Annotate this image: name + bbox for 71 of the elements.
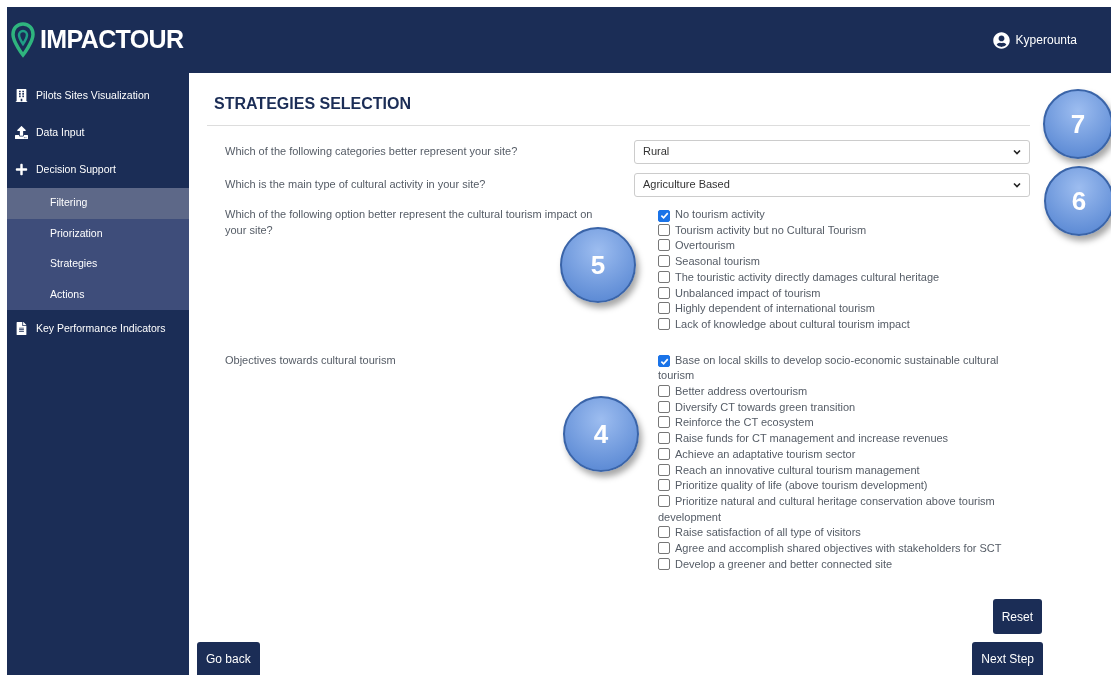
question-label: Which is the main type of cultural activity in your site? bbox=[225, 177, 487, 193]
checkbox[interactable] bbox=[658, 447, 670, 460]
checkbox-option[interactable]: Agree and accomplish shared objectives with stakeholders for SCT bbox=[658, 541, 1023, 557]
building-icon bbox=[15, 89, 28, 102]
checkbox-option[interactable]: Raise funds for CT management and increase revenues bbox=[658, 431, 1023, 447]
checkbox[interactable] bbox=[658, 239, 670, 252]
checkbox-option[interactable]: Raise satisfaction of all type of visitors bbox=[658, 525, 1023, 542]
checkbox[interactable] bbox=[658, 286, 670, 299]
checkbox[interactable] bbox=[658, 557, 670, 570]
checkbox-option[interactable]: Diversify CT towards green transition bbox=[658, 399, 1023, 416]
checkbox-option[interactable]: Lack of knowledge about cultural tourism impact bbox=[658, 316, 1023, 333]
checkbox[interactable] bbox=[658, 209, 670, 222]
callout-badge: 6 bbox=[1044, 166, 1111, 236]
next-step-button[interactable]: Next Step bbox=[972, 642, 1043, 675]
checkbox-option[interactable]: Prioritize natural and cultural heritage conservation above tourism development bbox=[658, 493, 1023, 526]
checkbox[interactable] bbox=[658, 494, 670, 507]
logo-text: IMPACTOUR bbox=[40, 24, 184, 56]
callout-badge: 4 bbox=[563, 396, 639, 472]
user-icon bbox=[992, 31, 1010, 49]
checkbox[interactable] bbox=[658, 255, 670, 268]
checkbox[interactable] bbox=[658, 400, 670, 413]
checkbox[interactable] bbox=[658, 223, 670, 236]
checkbox[interactable] bbox=[658, 432, 670, 445]
dropdown-field[interactable]: Agriculture Based bbox=[634, 172, 1030, 197]
checkbox[interactable] bbox=[658, 270, 670, 283]
checkbox[interactable] bbox=[658, 479, 670, 492]
callout-badge: 7 bbox=[1043, 89, 1111, 159]
checkbox[interactable] bbox=[658, 416, 670, 429]
user-name[interactable]: Kyperounta bbox=[1015, 31, 1077, 49]
submenu-item[interactable]: Strategies bbox=[7, 249, 189, 280]
sidebar-item[interactable]: Key Performance Indicators bbox=[7, 310, 189, 347]
checkbox[interactable] bbox=[658, 463, 670, 476]
checkbox-option[interactable]: Seasonal tourism bbox=[658, 254, 1023, 270]
checkbox[interactable] bbox=[658, 355, 670, 368]
question-label: Which of the following categories better represent your site? bbox=[225, 144, 519, 160]
document-icon bbox=[15, 322, 28, 335]
sidebar-item[interactable]: Data Input bbox=[7, 114, 189, 151]
question-label: Objectives towards cultural tourism bbox=[225, 352, 397, 368]
checkbox-option[interactable]: Overtourism bbox=[658, 238, 1023, 255]
chevron-down-icon bbox=[1013, 148, 1021, 155]
checkbox-option[interactable]: No tourism activity bbox=[658, 207, 1023, 223]
checkbox[interactable] bbox=[658, 302, 670, 315]
checkbox-option[interactable]: Reinforce the CT ecosystem bbox=[658, 415, 1023, 432]
plus-icon bbox=[15, 163, 28, 176]
checkbox[interactable] bbox=[658, 526, 670, 539]
submenu-item[interactable]: Filtering bbox=[7, 188, 189, 219]
checkbox-option[interactable]: Unbalanced impact of tourism bbox=[658, 285, 1023, 302]
checkbox[interactable] bbox=[658, 317, 670, 330]
checkbox-option[interactable]: Prioritize quality of life (above tourism development) bbox=[658, 478, 1023, 494]
checkbox-option[interactable]: Highly dependent of international tourism bbox=[658, 301, 1023, 317]
checkbox-option[interactable]: Reach an innovative cultural tourism management bbox=[658, 462, 1023, 479]
sidebar-item[interactable]: Pilots Sites Visualization bbox=[7, 77, 189, 114]
upload-icon bbox=[15, 126, 28, 139]
chevron-down-icon bbox=[1013, 181, 1021, 188]
dropdown-field[interactable]: Rural bbox=[634, 139, 1030, 164]
callout-badge: 5 bbox=[560, 227, 636, 303]
checkbox-option[interactable]: The touristic activity directly damages cultural heritage bbox=[658, 269, 1023, 286]
checkbox-option[interactable]: Base on local skills to develop socio-economic sustainable cultural tourism bbox=[658, 352, 1023, 385]
checkbox[interactable] bbox=[658, 385, 670, 398]
checkbox-option[interactable]: Tourism activity but no Cultural Tourism bbox=[658, 222, 1023, 239]
submenu-item[interactable]: Actions bbox=[7, 279, 189, 310]
back-button[interactable]: Go back bbox=[197, 642, 260, 675]
pin-logo-icon bbox=[10, 22, 36, 58]
checkbox-option[interactable]: Achieve an adaptative tourism sector bbox=[658, 446, 1023, 463]
submenu-item[interactable]: Priorization bbox=[7, 218, 189, 249]
checkbox-option[interactable]: Better address overtourism bbox=[658, 384, 1023, 400]
reset-button[interactable]: Reset bbox=[992, 599, 1042, 634]
checkbox-option[interactable]: Develop a greener and better connected site bbox=[658, 556, 1023, 573]
checkbox[interactable] bbox=[658, 542, 670, 555]
sidebar-item[interactable]: Decision Support bbox=[7, 151, 189, 188]
page-title: STRATEGIES SELECTION bbox=[207, 73, 1030, 126]
